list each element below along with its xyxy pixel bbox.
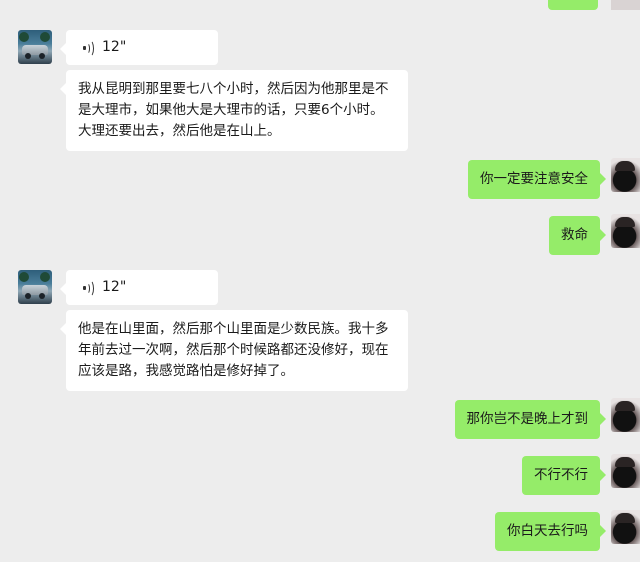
user-avatar[interactable] [611, 510, 640, 544]
contact-avatar[interactable] [18, 30, 52, 64]
sent-message-bubble[interactable]: 不行不行 [522, 456, 606, 495]
voice-message-bubble[interactable]: 12" [60, 30, 218, 65]
voice-duration: 12" [102, 39, 127, 55]
voice-message-bubble[interactable]: 12" [60, 270, 218, 305]
sent-message-bubble[interactable]: 你一定要注意安全 [468, 160, 606, 199]
user-avatar[interactable] [611, 454, 640, 488]
voice-wave-icon [82, 279, 96, 297]
partial-message-bubble[interactable] [548, 0, 598, 10]
user-avatar[interactable] [611, 158, 640, 192]
voice-duration: 12" [102, 279, 127, 295]
user-avatar[interactable] [611, 214, 640, 248]
sent-message-bubble[interactable]: 那你岂不是晚上才到 [454, 400, 606, 439]
contact-avatar[interactable] [18, 270, 52, 304]
voice-wave-icon [82, 39, 96, 57]
voice-transcript-bubble[interactable]: 他是在山里面，然后那个山里面是少数民族。我十多年前去过一次啊，然后那个时候路都还… [60, 310, 408, 391]
user-avatar[interactable] [611, 398, 640, 432]
sent-message-bubble[interactable]: 你白天去行吗 [495, 512, 606, 551]
voice-transcript-bubble[interactable]: 我从昆明到那里要七八个小时，然后因为他那里是不是大理市，如果他大是大理市的话，只… [60, 70, 408, 151]
sent-message-bubble[interactable]: 救命 [549, 216, 606, 255]
partial-avatar[interactable] [611, 0, 640, 10]
